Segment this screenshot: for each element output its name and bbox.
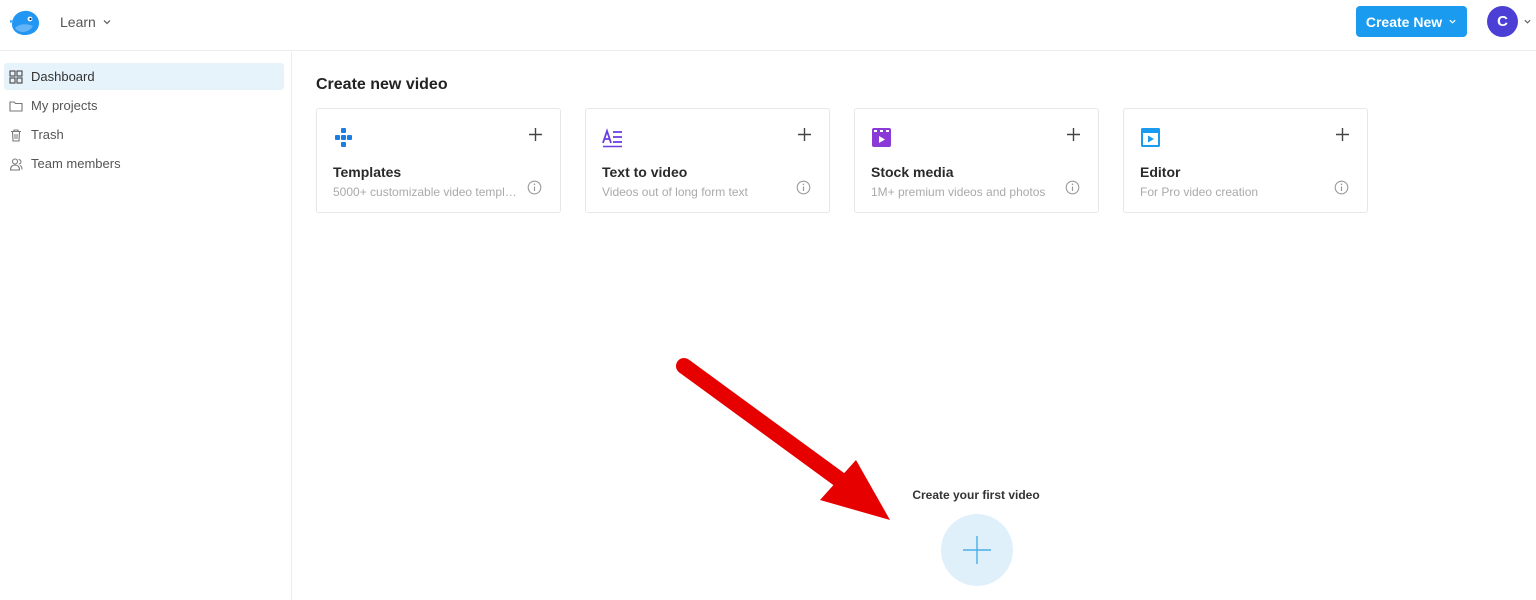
templates-icon [335, 128, 352, 147]
info-icon[interactable] [1334, 180, 1349, 195]
stock-media-icon [872, 128, 891, 147]
chevron-down-icon [1449, 19, 1456, 24]
chevron-down-icon [103, 20, 111, 25]
team-icon [9, 157, 23, 171]
create-first-video-button[interactable] [941, 514, 1013, 586]
sidebar-item-team-members[interactable]: Team members [4, 150, 284, 177]
red-arrow-annotation [676, 358, 890, 520]
text-to-video-icon [602, 128, 622, 148]
card-title: Stock media [871, 164, 954, 180]
learn-menu-label: Learn [60, 14, 96, 30]
first-video-label: Create your first video [912, 488, 1040, 502]
card-description: 5000+ customizable video templates [333, 185, 518, 199]
card-description: Videos out of long form text [602, 185, 748, 199]
avatar[interactable]: C [1487, 6, 1518, 37]
top-bar: Learn Create New C [0, 0, 1536, 51]
card-editor[interactable]: Editor For Pro video creation [1123, 108, 1368, 213]
sidebar-item-my-projects[interactable]: My projects [4, 92, 284, 119]
sidebar-item-dashboard[interactable]: Dashboard [4, 63, 284, 90]
card-title: Text to video [602, 164, 688, 180]
sidebar-item-label: Dashboard [31, 69, 95, 84]
chevron-down-icon[interactable] [1523, 17, 1532, 26]
card-title: Templates [333, 164, 402, 180]
section-title: Create new video [316, 76, 448, 93]
learn-menu[interactable]: Learn [60, 14, 112, 30]
sidebar-item-label: Trash [31, 127, 64, 142]
card-stock-media[interactable]: Stock media 1M+ premium videos and photo… [854, 108, 1099, 213]
info-icon[interactable] [527, 180, 542, 195]
grid-icon [9, 69, 23, 84]
logo-icon[interactable] [9, 6, 41, 38]
card-description: 1M+ premium videos and photos [871, 185, 1046, 199]
card-title: Editor [1140, 164, 1181, 180]
trash-icon [11, 128, 21, 142]
card-text-to-video[interactable]: Text to video Videos out of long form te… [585, 108, 830, 213]
create-new-button[interactable]: Create New [1356, 6, 1467, 37]
plus-icon [963, 536, 991, 564]
avatar-initial: C [1497, 13, 1508, 30]
editor-icon [1141, 128, 1160, 147]
folder-icon [9, 100, 23, 112]
card-templates[interactable]: Templates 5000+ customizable video templ… [316, 108, 561, 213]
plus-icon[interactable] [1066, 127, 1081, 142]
sidebar-item-trash[interactable]: Trash [4, 121, 284, 148]
plus-icon[interactable] [1335, 127, 1350, 142]
sidebar-item-label: Team members [31, 156, 121, 171]
info-icon[interactable] [796, 180, 811, 195]
card-description: For Pro video creation [1140, 185, 1259, 199]
plus-icon[interactable] [797, 127, 812, 142]
sidebar: Dashboard My projects Trash Team members [0, 52, 292, 600]
plus-icon[interactable] [528, 127, 543, 142]
info-icon[interactable] [1065, 180, 1080, 195]
sidebar-item-label: My projects [31, 98, 98, 113]
create-new-label: Create New [1365, 13, 1443, 30]
